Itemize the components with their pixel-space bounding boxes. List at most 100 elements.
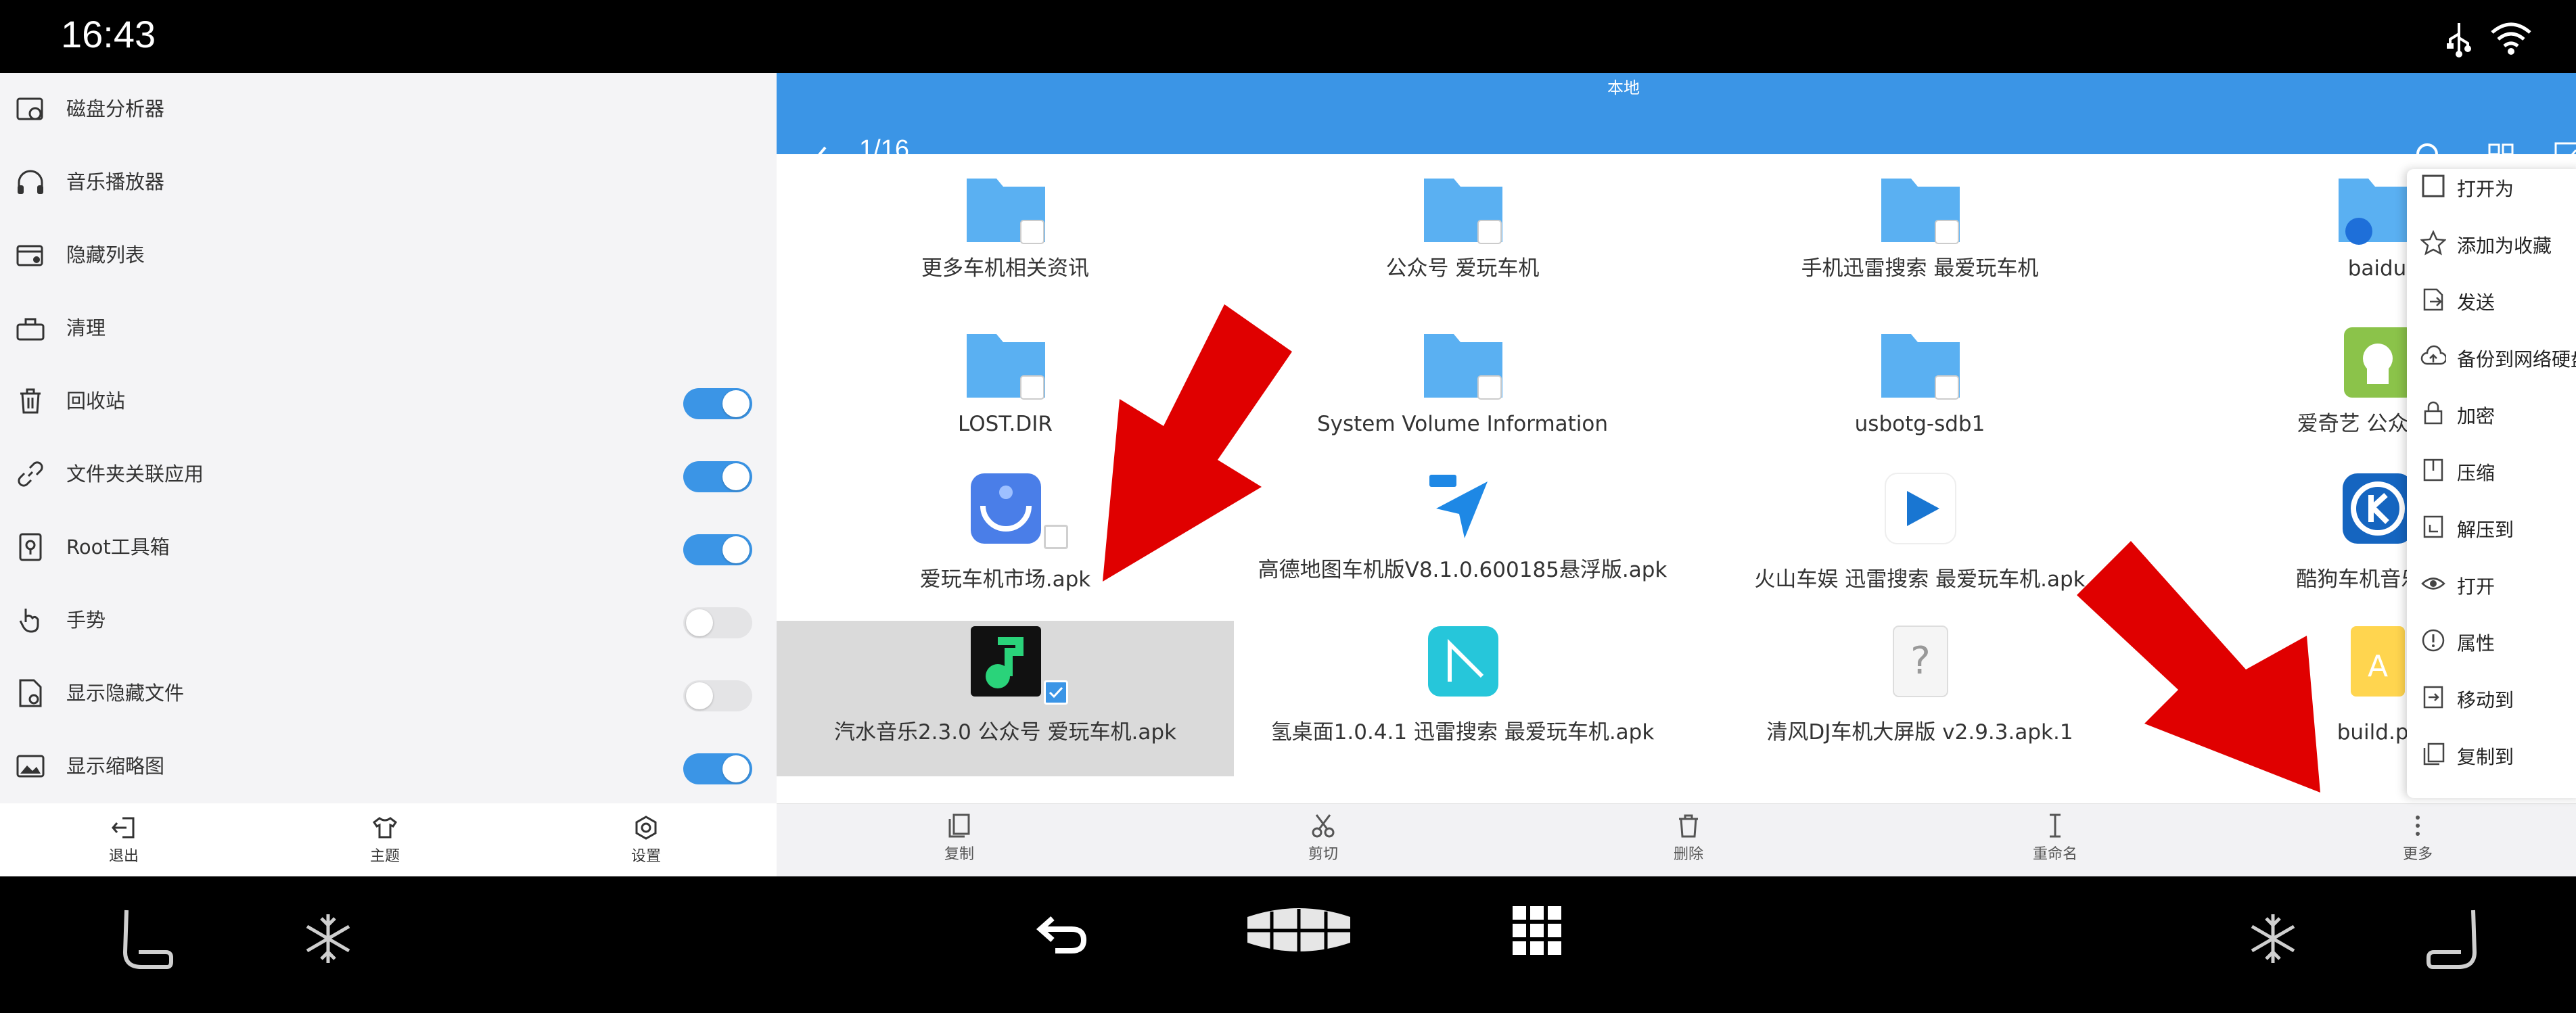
menu-item-label: 添加为收藏 [2457,235,2552,257]
menu-item-copy-to[interactable]: 复制到 [2407,726,2576,783]
back-icon[interactable] [1035,905,1089,959]
more-button[interactable]: 更多 [2364,812,2472,864]
shirt-icon [372,817,398,839]
drawer-item-folder-associated-apps[interactable]: 文件夹关联应用 [0,438,777,511]
delete-button[interactable]: 删除 [1634,812,1743,864]
cloud-backup-icon [2420,345,2446,365]
drawer-item-show-thumbnails[interactable]: 显示缩略图 [0,730,777,803]
drawer-item-clean[interactable]: 清理 [0,292,777,365]
menu-item-label: 移动到 [2457,689,2514,711]
drawer-item-show-hidden-files[interactable]: 显示隐藏文件 [0,657,777,730]
hydrogen-launcher-icon [1428,626,1498,697]
menu-item-label: 压缩 [2457,462,2496,484]
copy-to-icon [2423,743,2445,765]
menu-item-send[interactable]: 发送 [2407,272,2576,329]
clean-icon [16,318,45,341]
more-label: 更多 [2402,846,2433,863]
drawer-item-label: 回收站 [66,390,126,413]
menu-item-open[interactable]: 打开 [2407,556,2576,613]
drawer-item-hidden-list[interactable]: 隐藏列表 [0,219,777,292]
root-toolbox-toggle[interactable] [683,534,752,565]
breadcrumb[interactable]: 本地 [1607,74,1640,98]
menu-item-label: 复制到 [2457,746,2514,768]
drawer-item-label: 磁盘分析器 [66,97,165,120]
toggle-knob [722,755,750,782]
cut-button[interactable]: 剪切 [1269,812,1377,864]
star-icon [2420,230,2446,256]
wifi-icon [2491,22,2531,55]
menu-item-backup-cloud[interactable]: 备份到网络硬盘 [2407,329,2576,385]
drawer-item-disk-analyzer[interactable]: 磁盘分析器 [0,73,777,146]
compress-icon [2423,458,2443,481]
menu-item-move-to[interactable]: 移动到 [2407,669,2576,726]
file-name: 汽水音乐2.3.0 公众号 爱玩车机.apk [833,720,1177,745]
folder-associated-apps-toggle[interactable] [683,461,752,492]
checkbox[interactable] [1044,525,1068,549]
gesture-icon [19,609,39,633]
drawer-item-root-toolbox[interactable]: Root工具箱 [0,511,777,584]
exit-button[interactable]: 退出 [73,810,175,874]
menu-item-label: 打开 [2457,575,2496,598]
menu-item-add-favorite[interactable]: 添加为收藏 [2407,215,2576,272]
file-item[interactable]: 手机迅雷搜索 最爱玩车机 [1691,154,2148,310]
menu-item-extract[interactable]: 解压到 [2407,499,2576,556]
menu-item-properties[interactable]: 属性 [2407,613,2576,669]
move-icon [2423,686,2443,709]
menu-item-open-as[interactable]: 打开为 [2407,169,2576,215]
drawer-item-label: 显示缩略图 [66,755,165,778]
toggle-knob [722,390,750,417]
settings-button[interactable]: 设置 [595,810,697,874]
drawer-item-label: 手势 [66,609,106,632]
show-thumbnails-toggle[interactable] [683,753,752,784]
scissors-icon [1312,814,1335,838]
copy-button[interactable]: 复制 [905,812,1013,864]
file-name: usbotg-sdb1 [1854,412,1985,436]
drawer-item-recycle-bin[interactable]: 回收站 [0,365,777,438]
folder-icon [967,179,1045,244]
file-item[interactable]: System Volume Information [1234,310,1691,465]
recycle-bin-toggle[interactable] [683,388,752,419]
show-hidden-files-toggle[interactable] [683,680,752,711]
folder-icon [1424,179,1502,244]
seat-heat-right-icon[interactable] [2426,905,2488,979]
seat-heat-left-icon[interactable] [112,905,174,979]
drawer-item-music-player[interactable]: 音乐播放器 [0,146,777,219]
thumbnail-icon [16,755,45,778]
gesture-toggle[interactable] [683,607,752,638]
drawer-item-label: Root工具箱 [66,536,170,559]
car-logo-icon[interactable] [1245,903,1353,958]
menu-item-label: 属性 [2457,632,2496,655]
drawer-bottom-bar: 退出 主题 设置 [0,803,777,876]
red-arrow-annotation [1103,304,1292,582]
file-item[interactable]: 氢桌面1.0.4.1 迅雷搜索 最爱玩车机.apk [1234,621,1691,776]
menu-item-encrypt[interactable]: 加密 [2407,385,2576,442]
snowflake-left-icon[interactable] [301,912,355,966]
menu-item-label: 打开为 [2457,178,2514,200]
file-item[interactable]: usbotg-sdb1 [1691,310,2148,465]
drawer-item-label: 音乐播放器 [66,170,165,193]
folder-icon [1881,334,1960,400]
theme-label: 主题 [369,848,400,865]
info-icon [2422,629,2445,652]
file-item[interactable]: 更多车机相关资讯 [777,154,1234,310]
snowflake-right-icon[interactable] [2246,912,2300,966]
menu-item-label: 解压到 [2457,519,2514,541]
apps-grid-icon[interactable] [1511,905,1563,956]
svg-text:A: A [2368,649,2388,684]
checkbox-checked[interactable] [1044,680,1068,705]
file-item[interactable]: 公众号 爱玩车机 [1234,154,1691,310]
toggle-knob [686,609,713,636]
file-item-selected[interactable]: 汽水音乐2.3.0 公众号 爱玩车机.apk [777,621,1234,776]
rename-button[interactable]: 重命名 [2001,812,2109,864]
qishui-music-icon [971,626,1041,697]
menu-item-label: 发送 [2457,291,2496,314]
trash-icon [1679,814,1698,838]
theme-button[interactable]: 主题 [334,810,436,874]
exit-icon [112,817,135,839]
drawer-item-label: 文件夹关联应用 [66,463,204,486]
file-item[interactable]: 高德地图车机版V8.1.0.600185悬浮版.apk [1234,465,1691,621]
red-arrow-annotation [2077,541,2320,793]
drawer-item-gesture[interactable]: 手势 [0,584,777,657]
eye-icon [2421,578,2445,590]
menu-item-compress[interactable]: 压缩 [2407,442,2576,499]
